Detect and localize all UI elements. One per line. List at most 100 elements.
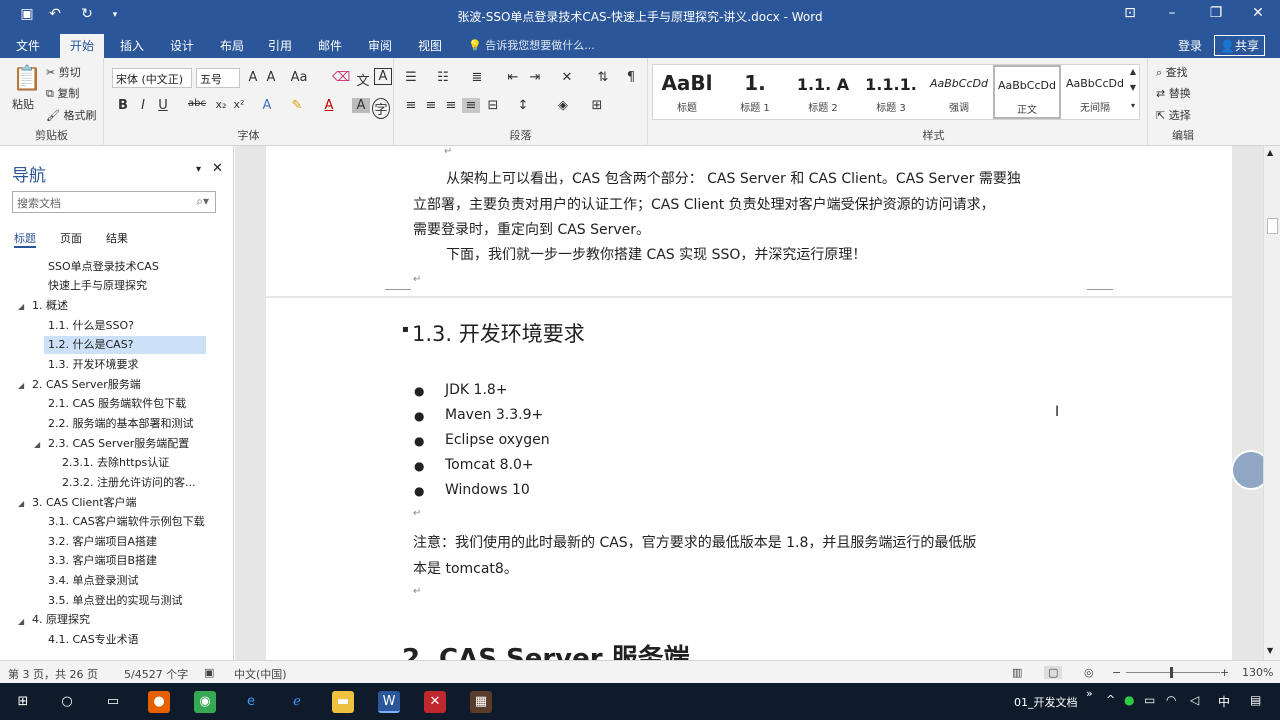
asian-layout-icon[interactable]: ✕ <box>558 70 576 85</box>
nav-heading[interactable]: 3.2. 客户端项目A搭建 <box>48 533 157 551</box>
cut-button[interactable]: ✂ 剪切 <box>46 64 81 80</box>
tab-references[interactable]: 引用 <box>268 37 292 54</box>
shrink-font-icon[interactable]: A <box>262 70 280 85</box>
nav-tab-pages[interactable]: 页面 <box>60 230 82 246</box>
font-size-dropdown[interactable]: 五号 <box>196 68 240 88</box>
nav-heading[interactable]: 2.2. 服务端的基本部署和测试 <box>48 415 194 433</box>
nav-heading[interactable]: 3.4. 单点登录测试 <box>48 572 139 590</box>
nav-heading[interactable]: 1.3. 开发环境要求 <box>48 356 139 374</box>
tab-design[interactable]: 设计 <box>170 37 194 54</box>
nav-close-icon[interactable]: ✕ <box>212 161 223 176</box>
distributed-icon[interactable]: ⊟ <box>484 98 502 113</box>
scroll-thumb[interactable] <box>1267 218 1278 234</box>
nav-search-input[interactable]: 搜索文档 ⌕▾ <box>12 191 216 213</box>
nav-heading[interactable]: 2.3.1. 去除https认证 <box>62 454 169 472</box>
underline-icon[interactable]: U <box>154 98 172 113</box>
nav-heading[interactable]: SSO单点登录技术CAS <box>48 258 159 276</box>
highlight-icon[interactable]: ✎ <box>288 98 306 113</box>
word-count[interactable]: 5/4527 个字 <box>124 666 188 682</box>
align-center-icon[interactable]: ≡ <box>422 98 440 113</box>
nav-heading[interactable]: 1.1. 什么是SSO? <box>48 317 134 335</box>
align-left-icon[interactable]: ≡ <box>402 98 420 113</box>
collapse-icon[interactable]: ◢ <box>18 381 24 390</box>
zoom-level[interactable]: 130% <box>1242 666 1273 679</box>
nav-heading[interactable]: 2.1. CAS 服务端软件包下载 <box>48 395 186 413</box>
document-area[interactable]: ↵ 从架构上可以看出，CAS 包含两个部分： CAS Server 和 CAS … <box>235 146 1263 660</box>
ribbon-display-icon[interactable]: ⊡ <box>1118 5 1142 21</box>
select-button[interactable]: ⇱ 选择 <box>1156 107 1191 123</box>
cortana-icon[interactable]: ○ <box>56 691 78 713</box>
vertical-scrollbar[interactable]: ▲ ▼ <box>1263 146 1280 660</box>
tab-mailings[interactable]: 邮件 <box>318 37 342 54</box>
multilevel-list-icon[interactable]: ≣ <box>468 70 486 85</box>
restore-icon[interactable]: ❐ <box>1204 5 1228 21</box>
scroll-down-icon[interactable]: ▼ <box>1267 646 1273 655</box>
char-border-icon[interactable]: A <box>374 68 392 85</box>
xmind-icon[interactable]: ✕ <box>424 691 446 713</box>
network-icon[interactable]: ▭ <box>1144 693 1155 707</box>
decrease-indent-icon[interactable]: ⇤ <box>504 70 522 85</box>
nav-heading[interactable]: 1. 概述 <box>32 297 68 315</box>
search-icon[interactable]: ⌕▾ <box>196 194 209 209</box>
nav-tab-results[interactable]: 结果 <box>106 230 128 246</box>
numbering-icon[interactable]: ☷ <box>434 70 452 85</box>
tab-home[interactable]: 开始 <box>60 34 105 58</box>
app-icon[interactable]: ▦ <box>470 691 492 713</box>
replace-button[interactable]: ⇄ 替换 <box>1156 85 1191 101</box>
text-effects-icon[interactable]: A <box>258 98 276 113</box>
collapse-icon[interactable]: ◢ <box>18 499 24 508</box>
nav-options-icon[interactable]: ▾ <box>196 164 201 175</box>
nav-heading[interactable]: 4.1. CAS专业术语 <box>48 631 139 649</box>
shading-icon[interactable]: ◈ <box>554 98 572 113</box>
tab-review[interactable]: 审阅 <box>368 37 392 54</box>
copy-button[interactable]: ⧉ 复制 <box>46 85 79 101</box>
bold-icon[interactable]: B <box>114 98 132 113</box>
tab-insert[interactable]: 插入 <box>120 37 144 54</box>
grow-font-icon[interactable]: A <box>244 70 262 85</box>
show-hidden-icons[interactable]: ^ <box>1106 693 1115 706</box>
language-indicator[interactable]: 中文(中国) <box>234 666 287 682</box>
nav-tab-headings[interactable]: 标题 <box>14 230 36 248</box>
change-case-icon[interactable]: Aa <box>290 70 308 85</box>
edge-icon[interactable]: e <box>240 691 262 713</box>
format-painter-button[interactable]: 🖌 格式刷 <box>46 107 96 123</box>
wifi-icon[interactable]: ◠ <box>1166 693 1176 707</box>
show-marks-icon[interactable]: ¶ <box>622 70 640 85</box>
justify-icon[interactable]: ≡ <box>462 98 480 113</box>
web-layout-icon[interactable]: ◎ <box>1084 666 1094 679</box>
tab-file[interactable]: 文件 <box>16 37 40 54</box>
file-explorer-icon[interactable]: ▬ <box>332 691 354 713</box>
tray-app-icon[interactable]: ● <box>1124 693 1134 707</box>
nav-heading[interactable]: 3. CAS Client客户端 <box>32 494 137 512</box>
borders-icon[interactable]: ⊞ <box>588 98 606 113</box>
align-right-icon[interactable]: ≡ <box>442 98 460 113</box>
proofing-icon[interactable]: ▣ <box>204 666 214 679</box>
subscript-icon[interactable]: x₂ <box>212 98 230 111</box>
chrome-icon[interactable]: ◉ <box>194 691 216 713</box>
zoom-slider-thumb[interactable] <box>1170 667 1173 678</box>
line-spacing-icon[interactable]: ↕ <box>514 98 532 113</box>
minimize-icon[interactable]: – <box>1160 5 1184 21</box>
read-mode-icon[interactable]: ▥ <box>1012 666 1022 679</box>
task-view-icon[interactable]: ▭ <box>102 691 124 713</box>
collapse-icon[interactable]: ◢ <box>18 617 24 626</box>
char-shading-icon[interactable]: A <box>352 98 370 113</box>
nav-heading[interactable]: 4. 原理探究 <box>32 611 90 629</box>
nav-heading[interactable]: 2. CAS Server服务端 <box>32 376 141 394</box>
enclose-char-icon[interactable]: 字 <box>372 98 390 119</box>
nav-heading[interactable]: 2.3.2. 注册允许访问的客... <box>62 474 195 492</box>
nav-heading[interactable]: 3.1. CAS客户端软件示例包下载 <box>48 513 205 531</box>
taskbar-toolbar-label[interactable]: 01_开发文档 <box>1014 694 1078 710</box>
print-layout-icon[interactable]: ▢ <box>1044 666 1063 679</box>
volume-icon[interactable]: ◁ <box>1190 693 1199 707</box>
nav-heading[interactable]: 快速上手与原理探究 <box>48 277 147 295</box>
find-button[interactable]: ⌕ 查找 <box>1156 64 1188 80</box>
ie-icon[interactable]: ℯ <box>286 691 308 713</box>
bullets-icon[interactable]: ☰ <box>402 70 420 85</box>
italic-icon[interactable]: I <box>134 98 152 113</box>
strikethrough-icon[interactable]: abc <box>184 98 210 109</box>
zoom-out-icon[interactable]: − <box>1112 666 1121 679</box>
ime-icon[interactable]: 中 <box>1218 693 1230 710</box>
sort-icon[interactable]: ⇅ <box>594 70 612 85</box>
share-button[interactable]: 👤共享 <box>1214 35 1265 56</box>
